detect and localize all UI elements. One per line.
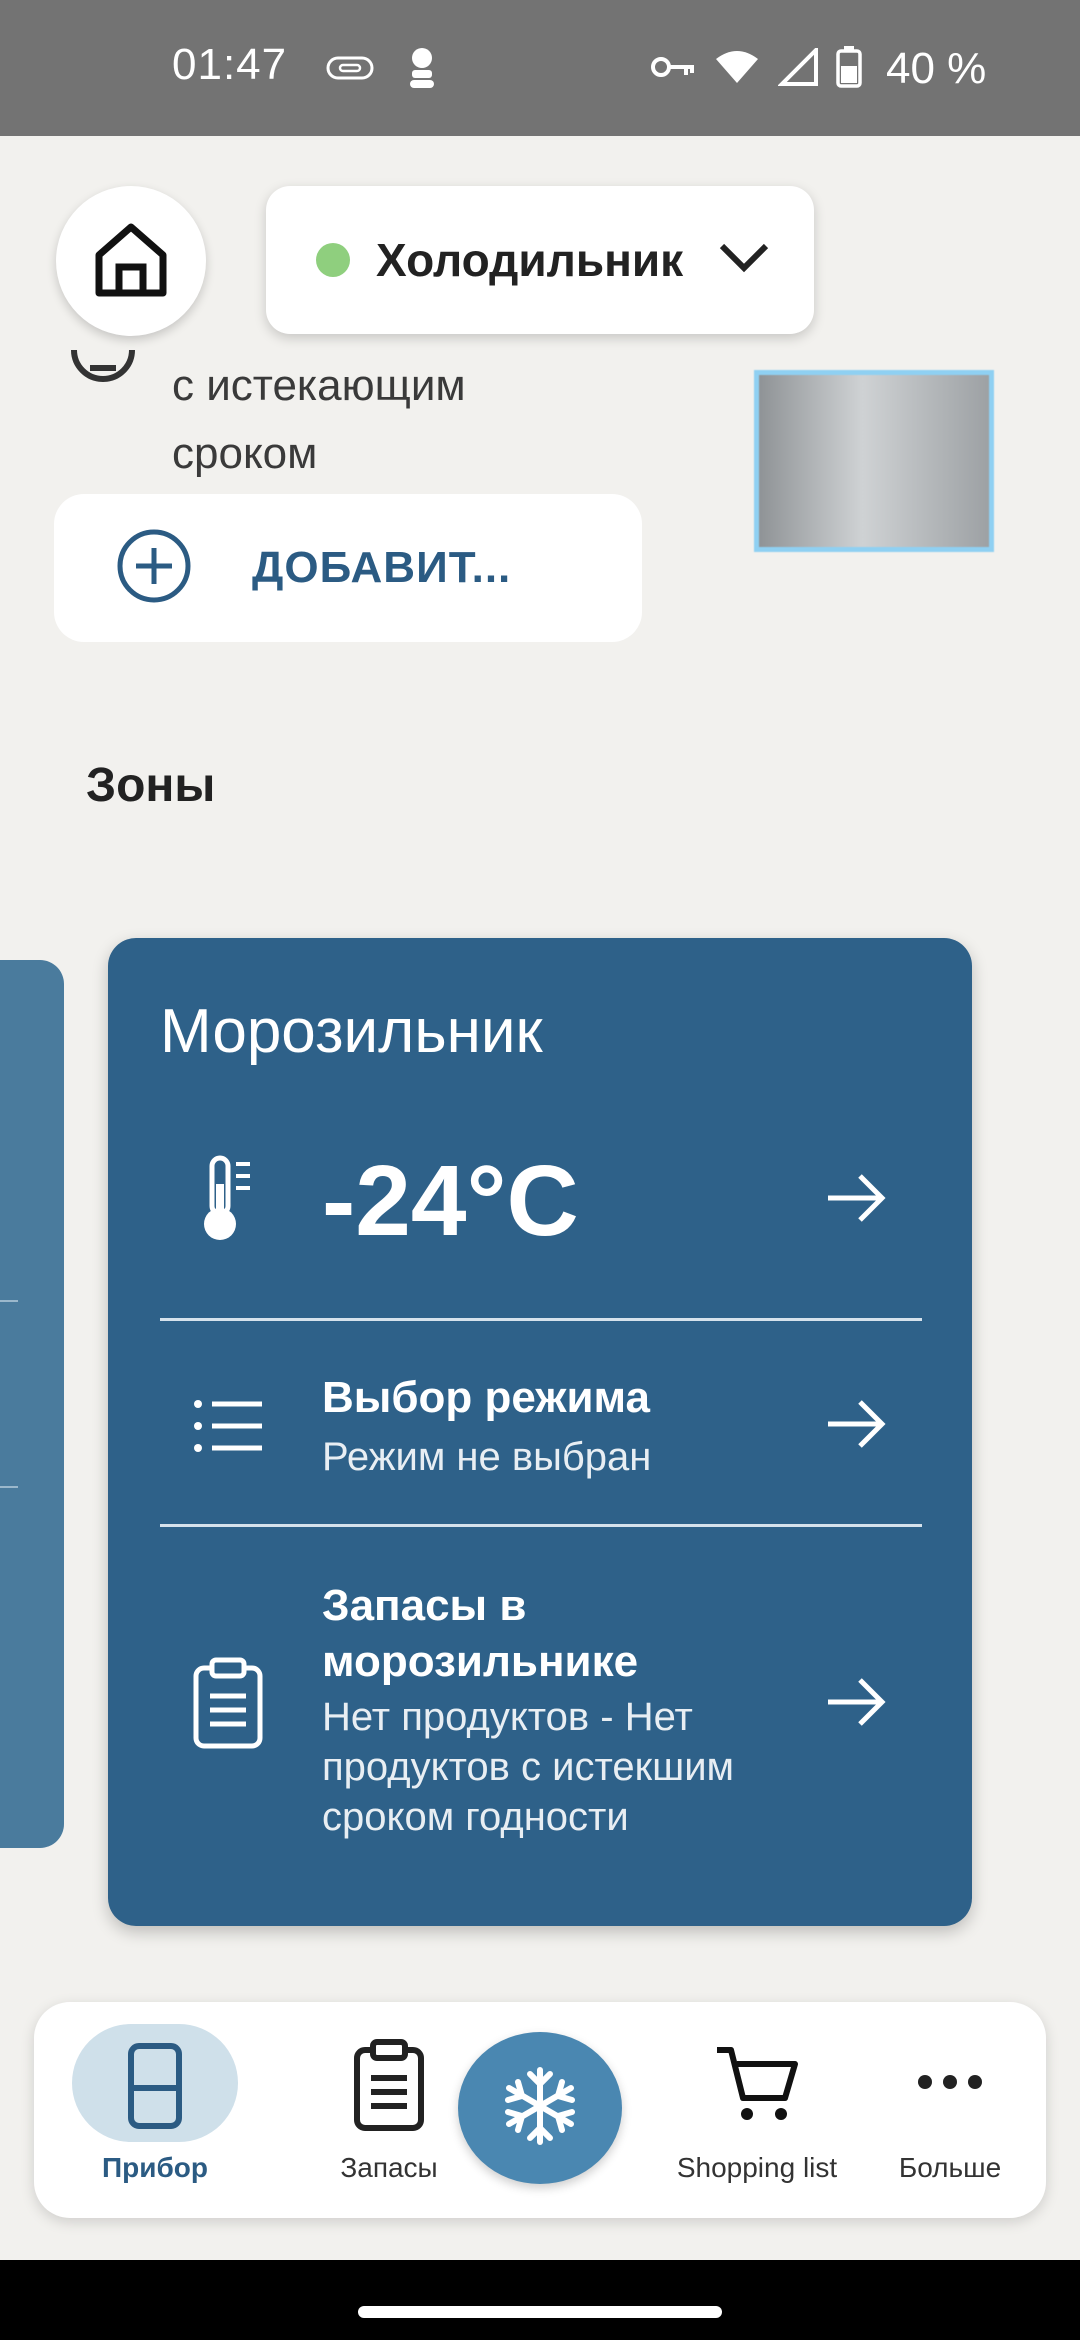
nav-label: Shopping list — [676, 2152, 838, 2183]
arrow-right-icon[interactable] — [824, 1170, 888, 1231]
divider — [0, 1300, 18, 1302]
nav-item-shopping-list[interactable]: Shopping list — [642, 2002, 872, 2218]
device-selector-dropdown[interactable]: Холодильник — [266, 186, 814, 334]
divider — [160, 1524, 922, 1527]
previous-zone-card[interactable] — [0, 960, 64, 1848]
device-name: Холодильник — [376, 234, 684, 286]
snowflake-icon — [500, 2066, 580, 2151]
zone-title: Морозильник — [160, 997, 543, 1066]
temperature-value: -24°C — [322, 1145, 579, 1257]
thermometer-icon — [198, 1154, 262, 1249]
wifi-icon — [714, 49, 760, 90]
android-icon — [406, 46, 438, 95]
cart-icon — [715, 2044, 799, 2129]
link-icon — [326, 54, 374, 87]
arrow-right-icon[interactable] — [824, 1396, 888, 1457]
chevron-down-icon — [718, 238, 770, 283]
clipboard-icon — [192, 1656, 264, 1755]
stock-subtitle: Нет продуктов - Нет продуктов с истекшим… — [322, 1695, 735, 1839]
clipboard-icon — [353, 2038, 425, 2137]
add-product-button[interactable]: ДОБАВИТ... — [54, 494, 642, 642]
fridge-icon — [127, 2042, 183, 2135]
nav-label: Запасы — [340, 2152, 438, 2183]
plus-circle-icon — [116, 528, 192, 609]
add-button-label: ДОБАВИТ... — [252, 543, 512, 592]
product-thumbnail[interactable] — [754, 370, 994, 552]
nav-item-stock[interactable]: Запасы — [306, 2002, 472, 2218]
freeze-fab-button[interactable] — [458, 2032, 622, 2184]
arrow-right-icon[interactable] — [824, 1674, 888, 1735]
battery-icon — [836, 45, 862, 93]
vpn-key-icon — [650, 53, 696, 86]
status-bar: 01:47 40 % — [0, 0, 1080, 136]
expiring-icon — [70, 346, 136, 411]
home-button[interactable] — [56, 186, 206, 336]
divider — [160, 1318, 922, 1321]
stock-title: Запасы в морозильнике — [322, 1581, 639, 1686]
home-indicator[interactable] — [358, 2306, 722, 2318]
more-icon — [917, 2074, 983, 2095]
nav-item-more[interactable]: Больше — [870, 2002, 1030, 2218]
device-status-dot — [316, 243, 350, 277]
divider — [0, 1486, 18, 1488]
zones-title: Зоны — [86, 759, 216, 812]
home-icon — [91, 219, 171, 304]
nav-label: Прибор — [102, 2152, 208, 2183]
freezer-zone-card[interactable]: Морозильник -24°C Выбор режима Режим не … — [108, 938, 972, 1926]
battery-percentage: 40 % — [886, 44, 987, 93]
mode-title: Выбор режима — [322, 1373, 650, 1422]
mode-subtitle: Режим не выбран — [322, 1435, 652, 1479]
signal-icon — [777, 44, 818, 91]
expiring-products-text: с истекающим сроком — [172, 361, 466, 478]
nav-label: Больше — [898, 2152, 1002, 2183]
system-navigation-bar — [0, 2260, 1080, 2340]
status-time: 01:47 — [172, 40, 288, 89]
list-icon — [192, 1398, 264, 1459]
nav-item-device[interactable]: Прибор — [72, 2002, 238, 2218]
